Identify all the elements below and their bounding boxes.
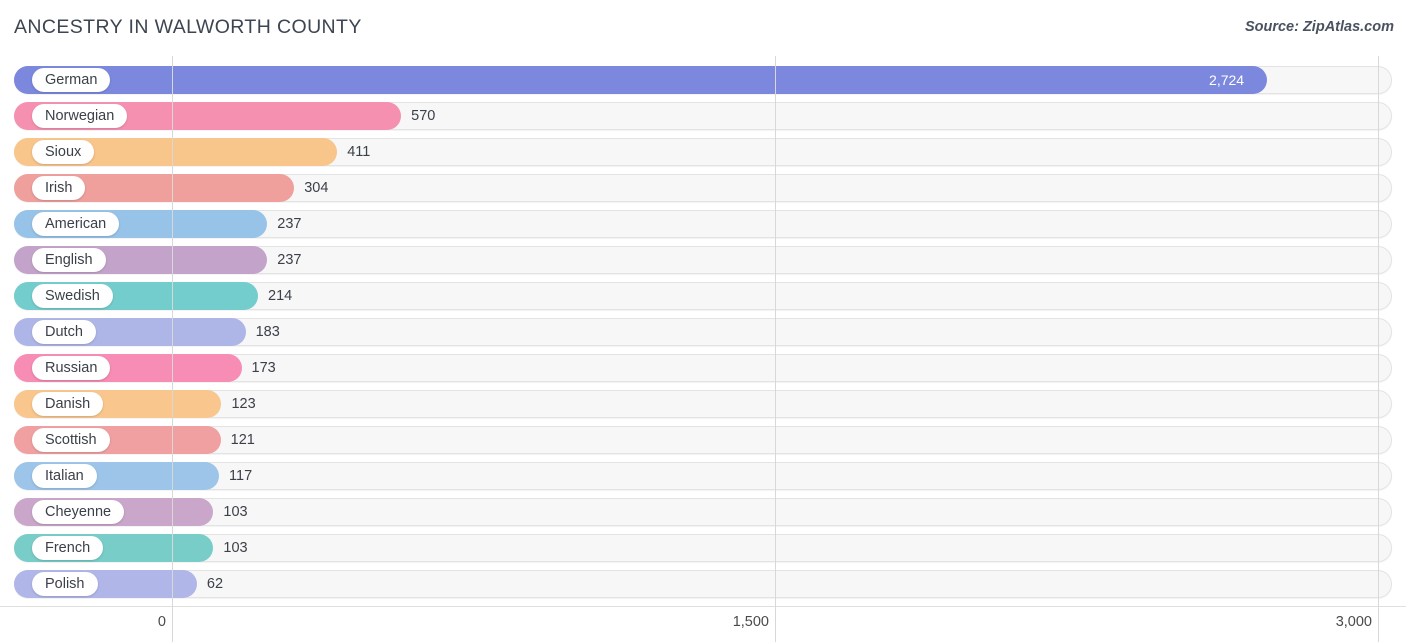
table-row[interactable]: English 237 (0, 242, 1406, 278)
chart-plot-area: German 2,724 Norwegian 570 Sioux 411 Irish 304 A… (0, 56, 1406, 606)
bar-value-english: 237 (277, 252, 302, 268)
bar-value-polish: 62 (206, 576, 224, 592)
table-row[interactable]: Russian 173 (0, 350, 1406, 386)
table-row[interactable]: Swedish 214 (0, 278, 1406, 314)
table-row[interactable]: Irish 304 (0, 170, 1406, 206)
bar-value-norwegian: 570 (411, 108, 436, 124)
bar-label-french: French (32, 536, 104, 560)
bar-label-polish: Polish (32, 572, 98, 596)
table-row[interactable]: French 103 (0, 530, 1406, 566)
bar-label-cheyenne: Cheyenne (32, 500, 125, 524)
bar-label-english: English (32, 248, 106, 272)
table-row[interactable]: Sioux 411 (0, 134, 1406, 170)
table-row[interactable]: Norwegian 570 (0, 98, 1406, 134)
bar-label-danish: Danish (32, 392, 104, 416)
bar-value-russian: 173 (251, 360, 276, 376)
page-title: ANCESTRY IN WALWORTH COUNTY (14, 16, 362, 38)
bar-value-dutch: 183 (255, 324, 280, 340)
tick-mark (775, 606, 776, 642)
bar-value-swedish: 214 (268, 288, 293, 304)
tick-mark (172, 606, 173, 642)
table-row[interactable]: Danish 123 (0, 386, 1406, 422)
bar-track (14, 534, 1392, 562)
bar-value-cheyenne: 103 (223, 504, 248, 520)
bar-german[interactable] (14, 66, 1268, 94)
table-row[interactable]: Scottish 121 (0, 422, 1406, 458)
bar-label-scottish: Scottish (32, 428, 110, 452)
bar-label-irish: Irish (32, 176, 86, 200)
bar-track (14, 426, 1392, 454)
chart-header: ANCESTRY IN WALWORTH COUNTY Source: ZipA… (0, 0, 1406, 56)
table-row[interactable]: American 237 (0, 206, 1406, 242)
bar-label-dutch: Dutch (32, 320, 96, 344)
table-row[interactable]: Polish 62 (0, 566, 1406, 602)
bar-value-american: 237 (277, 216, 302, 232)
bar-value-sioux: 411 (347, 144, 371, 160)
bar-label-american: American (32, 212, 120, 236)
tick-label: 1,500 (732, 614, 769, 630)
bar-track (14, 498, 1392, 526)
bar-value-german: 2,724 (1209, 72, 1245, 88)
tick-label: 0 (157, 614, 166, 630)
bar-label-german: German (32, 68, 111, 92)
tick-label: 3,000 (1335, 614, 1372, 630)
tick-mark (1378, 606, 1379, 642)
bar-label-sioux: Sioux (32, 140, 95, 164)
table-row[interactable]: German 2,724 (0, 62, 1406, 98)
table-row[interactable]: Dutch 183 (0, 314, 1406, 350)
bar-value-irish: 304 (304, 180, 329, 196)
table-row[interactable]: Cheyenne 103 (0, 494, 1406, 530)
bar-label-norwegian: Norwegian (32, 104, 128, 128)
table-row[interactable]: Italian 117 (0, 458, 1406, 494)
bar-track (14, 462, 1392, 490)
bar-label-italian: Italian (32, 464, 97, 488)
bar-value-scottish: 121 (230, 432, 255, 448)
bar-value-danish: 123 (231, 396, 256, 412)
x-axis: 0 1,500 3,000 (0, 606, 1406, 644)
axis-line (0, 606, 1406, 607)
bar-label-swedish: Swedish (32, 284, 113, 308)
bar-value-french: 103 (223, 540, 248, 556)
source-label: Source: ZipAtlas.com (1244, 19, 1394, 35)
bar-value-italian: 117 (229, 468, 253, 484)
bar-label-russian: Russian (32, 356, 111, 380)
